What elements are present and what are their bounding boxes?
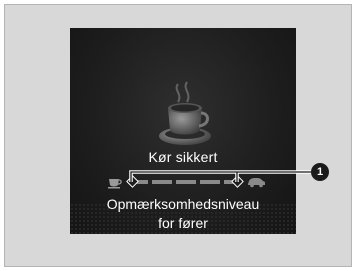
callout-number-badge: 1 [311,163,329,181]
callout-leader-lines [129,170,311,182]
manual-illustration: Kør sikkert Opmærksomhedsniveau for føre… [0,0,357,271]
